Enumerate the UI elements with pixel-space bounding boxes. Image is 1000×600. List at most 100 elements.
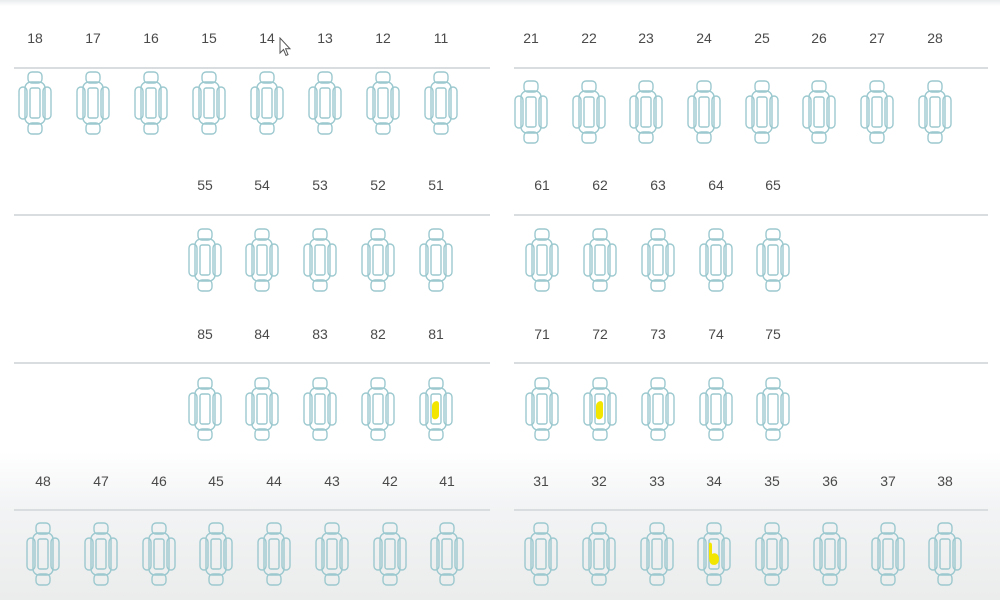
tooth-38-icon[interactable]	[928, 522, 962, 586]
tooth-number-12: 12	[375, 30, 391, 46]
row-divider-permanent-upper-right	[514, 67, 988, 69]
tooth-22-icon[interactable]	[572, 80, 606, 144]
tooth-number-72: 72	[592, 326, 608, 342]
tooth-41-icon[interactable]	[430, 522, 464, 586]
tooth-number-63: 63	[650, 177, 666, 193]
tooth-31-icon[interactable]	[524, 522, 558, 586]
tooth-72-icon[interactable]	[583, 377, 617, 441]
tooth-number-52: 52	[370, 177, 386, 193]
tooth-61-icon[interactable]	[525, 228, 559, 292]
tooth-85-icon[interactable]	[188, 377, 222, 441]
tooth-55-icon[interactable]	[188, 228, 222, 292]
tooth-17-icon[interactable]	[76, 71, 110, 135]
tooth-73-icon[interactable]	[641, 377, 675, 441]
tooth-16-icon[interactable]	[134, 71, 168, 135]
tooth-52-icon[interactable]	[361, 228, 395, 292]
tooth-34-icon[interactable]	[697, 522, 731, 586]
tooth-47-icon[interactable]	[84, 522, 118, 586]
tooth-62-icon[interactable]	[583, 228, 617, 292]
tooth-37-icon[interactable]	[871, 522, 905, 586]
tooth-number-26: 26	[811, 30, 827, 46]
tooth-83-icon[interactable]	[303, 377, 337, 441]
tooth-74-icon[interactable]	[699, 377, 733, 441]
tooth-26-icon[interactable]	[802, 80, 836, 144]
tooth-number-15: 15	[201, 30, 217, 46]
tooth-18-icon[interactable]	[18, 71, 52, 135]
tooth-33-icon[interactable]	[640, 522, 674, 586]
tooth-14-icon[interactable]	[250, 71, 284, 135]
tooth-number-17: 17	[85, 30, 101, 46]
tooth-number-44: 44	[266, 473, 282, 489]
tooth-65-icon[interactable]	[756, 228, 790, 292]
tooth-28-icon[interactable]	[918, 80, 952, 144]
tooth-number-81: 81	[428, 326, 444, 342]
tooth-number-53: 53	[312, 177, 328, 193]
tooth-number-28: 28	[927, 30, 943, 46]
row-divider-permanent-lower-left	[14, 509, 490, 511]
tooth-number-31: 31	[533, 473, 549, 489]
tooth-11-icon[interactable]	[424, 71, 458, 135]
tooth-number-24: 24	[696, 30, 712, 46]
tooth-number-65: 65	[765, 177, 781, 193]
tooth-48-icon[interactable]	[26, 522, 60, 586]
tooth-number-64: 64	[708, 177, 724, 193]
tooth-27-icon[interactable]	[860, 80, 894, 144]
tooth-44-icon[interactable]	[257, 522, 291, 586]
dental-chart: 18 17 16 15 14 13 12 11 21 22 23 24 25 2…	[0, 0, 1000, 600]
tooth-number-48: 48	[35, 473, 51, 489]
tooth-84-icon[interactable]	[245, 377, 279, 441]
tooth-13-icon[interactable]	[308, 71, 342, 135]
tooth-71-icon[interactable]	[525, 377, 559, 441]
tooth-number-27: 27	[869, 30, 885, 46]
tooth-number-22: 22	[581, 30, 597, 46]
tooth-number-83: 83	[312, 326, 328, 342]
tooth-42-icon[interactable]	[373, 522, 407, 586]
tooth-35-icon[interactable]	[755, 522, 789, 586]
tooth-82-icon[interactable]	[361, 377, 395, 441]
tooth-72-marking	[596, 401, 603, 420]
tooth-21-icon[interactable]	[514, 80, 548, 144]
tooth-63-icon[interactable]	[641, 228, 675, 292]
tooth-number-47: 47	[93, 473, 109, 489]
tooth-number-85: 85	[197, 326, 213, 342]
tooth-81-icon[interactable]	[419, 377, 453, 441]
tooth-number-41: 41	[439, 473, 455, 489]
tooth-43-icon[interactable]	[315, 522, 349, 586]
row-divider-primary-upper-right	[514, 214, 988, 216]
tooth-81-marking	[432, 401, 439, 420]
tooth-number-62: 62	[592, 177, 608, 193]
tooth-23-icon[interactable]	[629, 80, 663, 144]
tooth-number-34: 34	[706, 473, 722, 489]
tooth-number-37: 37	[880, 473, 896, 489]
tooth-number-46: 46	[151, 473, 167, 489]
tooth-number-35: 35	[764, 473, 780, 489]
tooth-54-icon[interactable]	[245, 228, 279, 292]
tooth-25-icon[interactable]	[745, 80, 779, 144]
tooth-number-75: 75	[765, 326, 781, 342]
tooth-number-16: 16	[143, 30, 159, 46]
tooth-46-icon[interactable]	[142, 522, 176, 586]
tooth-number-74: 74	[708, 326, 724, 342]
tooth-45-icon[interactable]	[199, 522, 233, 586]
tooth-number-51: 51	[428, 177, 444, 193]
tooth-12-icon[interactable]	[366, 71, 400, 135]
tooth-number-21: 21	[523, 30, 539, 46]
row-divider-primary-upper-left	[14, 214, 490, 216]
tooth-number-11: 11	[433, 30, 449, 46]
tooth-64-icon[interactable]	[699, 228, 733, 292]
mouse-pointer-icon	[279, 37, 291, 57]
tooth-36-icon[interactable]	[813, 522, 847, 586]
tooth-number-71: 71	[534, 326, 550, 342]
tooth-53-icon[interactable]	[303, 228, 337, 292]
tooth-51-icon[interactable]	[419, 228, 453, 292]
tooth-32-icon[interactable]	[582, 522, 616, 586]
tooth-number-73: 73	[650, 326, 666, 342]
row-divider-permanent-lower-right	[514, 509, 988, 511]
tooth-75-icon[interactable]	[756, 377, 790, 441]
tooth-number-32: 32	[591, 473, 607, 489]
tooth-number-42: 42	[382, 473, 398, 489]
tooth-15-icon[interactable]	[192, 71, 226, 135]
row-divider-primary-lower-right	[514, 362, 988, 364]
tooth-number-18: 18	[27, 30, 43, 46]
tooth-24-icon[interactable]	[687, 80, 721, 144]
